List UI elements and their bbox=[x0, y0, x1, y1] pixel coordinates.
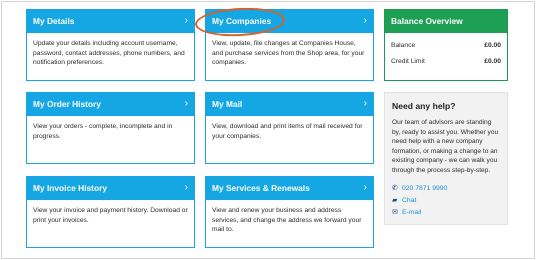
chat-icon: ▰ bbox=[392, 197, 398, 204]
card-title: My Services & Renewals bbox=[212, 183, 310, 193]
card-my-details[interactable]: My Details › Update your details includi… bbox=[26, 9, 195, 81]
chat-link[interactable]: ▰ Chat bbox=[392, 196, 416, 206]
help-panel: Need any help? Our team of advisors are … bbox=[384, 92, 508, 225]
phone-number: 020 7871 9990 bbox=[402, 185, 448, 192]
credit-limit-value: £0.00 bbox=[484, 58, 501, 65]
chevron-right-icon: › bbox=[363, 182, 367, 193]
card-my-companies-header[interactable]: My Companies › bbox=[206, 10, 373, 33]
balance-overview-panel: Balance Overview Balance £0.00 Credit Li… bbox=[384, 9, 508, 81]
card-my-services-renewals-header[interactable]: My Services & Renewals › bbox=[206, 177, 373, 200]
card-title: My Mail bbox=[212, 99, 243, 109]
card-title: My Invoice History bbox=[33, 183, 108, 193]
card-my-mail[interactable]: My Mail › View, download and print items… bbox=[205, 92, 374, 164]
card-description: View your invoice and payment history. D… bbox=[33, 207, 188, 224]
help-text: Our team of advisors are standing by, re… bbox=[392, 119, 499, 174]
card-title: My Companies bbox=[212, 16, 272, 26]
help-title: Need any help? bbox=[392, 101, 456, 111]
card-description: View and renew your business and address… bbox=[212, 207, 362, 234]
chevron-right-icon: › bbox=[363, 98, 367, 109]
card-description: Update your details including account us… bbox=[33, 40, 185, 67]
card-my-details-header[interactable]: My Details › bbox=[27, 10, 194, 33]
balance-overview-title: Balance Overview bbox=[385, 10, 507, 33]
chevron-right-icon: › bbox=[184, 15, 188, 26]
phone-icon: ✆ bbox=[392, 185, 398, 192]
balance-row: Balance £0.00 bbox=[391, 41, 501, 51]
chevron-right-icon: › bbox=[184, 182, 188, 193]
balance-value: £0.00 bbox=[484, 42, 501, 49]
balance-label: Balance bbox=[391, 42, 416, 49]
card-title: My Order History bbox=[33, 99, 101, 109]
email-label: E-mail bbox=[402, 209, 422, 216]
card-title: My Details bbox=[33, 16, 75, 26]
card-my-invoice-history-header[interactable]: My Invoice History › bbox=[27, 177, 194, 200]
credit-limit-row: Credit Limit £0.00 bbox=[391, 57, 501, 67]
card-my-mail-header[interactable]: My Mail › bbox=[206, 93, 373, 116]
card-description: View, update, file changes at Companies … bbox=[212, 40, 365, 67]
phone-link[interactable]: ✆ 020 7871 9990 bbox=[392, 184, 447, 194]
card-my-companies[interactable]: My Companies › View, update, file change… bbox=[205, 9, 374, 81]
chat-label: Chat bbox=[402, 197, 417, 204]
card-my-order-history-header[interactable]: My Order History › bbox=[27, 93, 194, 116]
credit-limit-label: Credit Limit bbox=[391, 58, 425, 65]
card-my-order-history[interactable]: My Order History › View your orders - co… bbox=[26, 92, 195, 164]
card-description: View your orders - complete, incomplete … bbox=[33, 123, 173, 140]
card-description: View, download and print items of mail r… bbox=[212, 123, 363, 140]
email-link[interactable]: ✉ E-mail bbox=[392, 208, 421, 218]
chevron-right-icon: › bbox=[363, 15, 367, 26]
card-my-invoice-history[interactable]: My Invoice History › View your invoice a… bbox=[26, 176, 195, 248]
card-my-services-renewals[interactable]: My Services & Renewals › View and renew … bbox=[205, 176, 374, 248]
envelope-icon: ✉ bbox=[392, 209, 398, 216]
chevron-right-icon: › bbox=[184, 98, 188, 109]
